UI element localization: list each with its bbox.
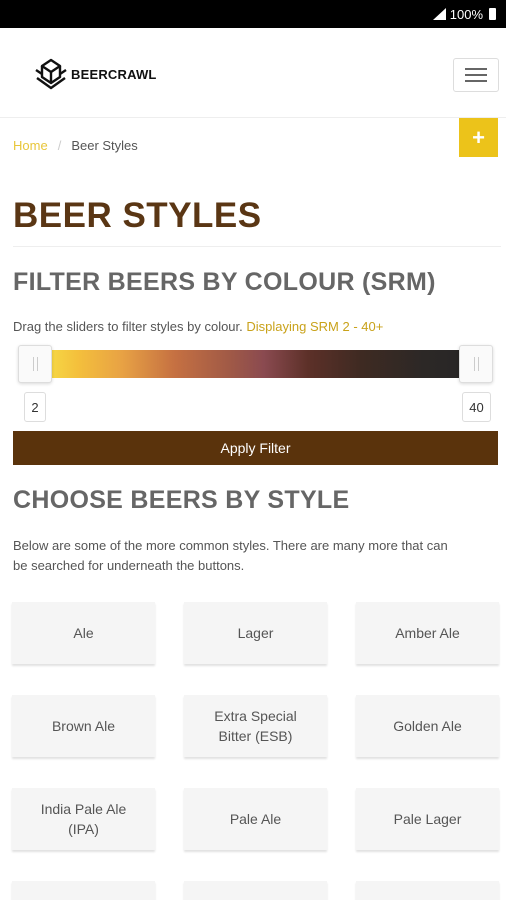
signal-icon [432, 8, 446, 20]
filter-section-title: FILTER BEERS BY COLOUR (SRM) [13, 268, 436, 296]
breadcrumb-home-link[interactable]: Home [13, 138, 48, 153]
slider-max-value: 40 [462, 392, 491, 422]
divider [13, 246, 501, 247]
style-button-golden-ale[interactable]: Golden Ale [356, 695, 499, 757]
style-label: Pale Ale [229, 811, 282, 827]
style-label: India Pale Ale [40, 801, 127, 817]
style-description: Below are some of the more common styles… [13, 536, 448, 576]
style-button-partial[interactable] [356, 881, 499, 900]
srm-colour-slider-track[interactable] [33, 350, 477, 378]
style-button-pale-lager[interactable]: Pale Lager [356, 788, 499, 850]
style-label: Ale [73, 625, 94, 641]
battery-icon [489, 8, 496, 20]
slider-min-value: 2 [24, 392, 46, 422]
style-label: Lager [237, 625, 274, 641]
style-button-brown-ale[interactable]: Brown Ale [12, 695, 155, 757]
slider-max-handle[interactable] [459, 345, 493, 383]
battery-level: 100% [449, 6, 483, 22]
style-section-title: CHOOSE BEERS BY STYLE [13, 486, 350, 514]
breadcrumb: Home / Beer Styles [13, 138, 138, 153]
logo-text: BEERCRAWL [71, 66, 157, 82]
style-label: Brown Ale [51, 718, 116, 734]
filter-instructions: Drag the sliders to filter styles by col… [13, 319, 243, 334]
status-bar: 100% [0, 0, 506, 28]
apply-filter-button[interactable]: Apply Filter [13, 431, 498, 465]
style-button-amber-ale[interactable]: Amber Ale [356, 602, 499, 664]
style-label: Pale Lager [393, 811, 462, 827]
slider-min-handle[interactable] [18, 345, 52, 383]
style-button-partial[interactable] [184, 881, 327, 900]
style-label: (IPA) [68, 821, 99, 837]
style-label: Amber Ale [395, 625, 460, 641]
filter-description: Drag the sliders to filter styles by col… [13, 317, 383, 337]
style-button-partial[interactable] [12, 881, 155, 900]
add-button[interactable]: + [459, 118, 498, 157]
site-header: BEERCRAWL [0, 28, 506, 118]
hamburger-menu-button[interactable] [453, 58, 499, 92]
menu-bar [465, 68, 487, 70]
style-description-line: Below are some of the more common styles… [13, 538, 448, 553]
style-label: Bitter (ESB) [218, 728, 293, 744]
style-button-ipa[interactable]: India Pale Ale (IPA) [12, 788, 155, 850]
style-button-lager[interactable]: Lager [184, 602, 327, 664]
style-button-pale-ale[interactable]: Pale Ale [184, 788, 327, 850]
style-label: Golden Ale [393, 718, 462, 734]
menu-bar [465, 74, 487, 76]
menu-bar [465, 80, 487, 82]
logo[interactable]: BEERCRAWL [34, 58, 157, 90]
style-label: Extra Special [214, 708, 297, 724]
srm-range-display: Displaying SRM 2 - 40+ [246, 319, 384, 334]
style-button-ale[interactable]: Ale [12, 602, 155, 664]
style-button-esb[interactable]: Extra Special Bitter (ESB) [184, 695, 327, 757]
breadcrumb-current: Beer Styles [71, 138, 138, 153]
style-description-line: be searched for underneath the buttons. [13, 558, 245, 573]
hops-logo-icon [35, 58, 67, 90]
breadcrumb-separator: / [57, 138, 62, 153]
page-title: BEER STYLES [13, 196, 262, 235]
